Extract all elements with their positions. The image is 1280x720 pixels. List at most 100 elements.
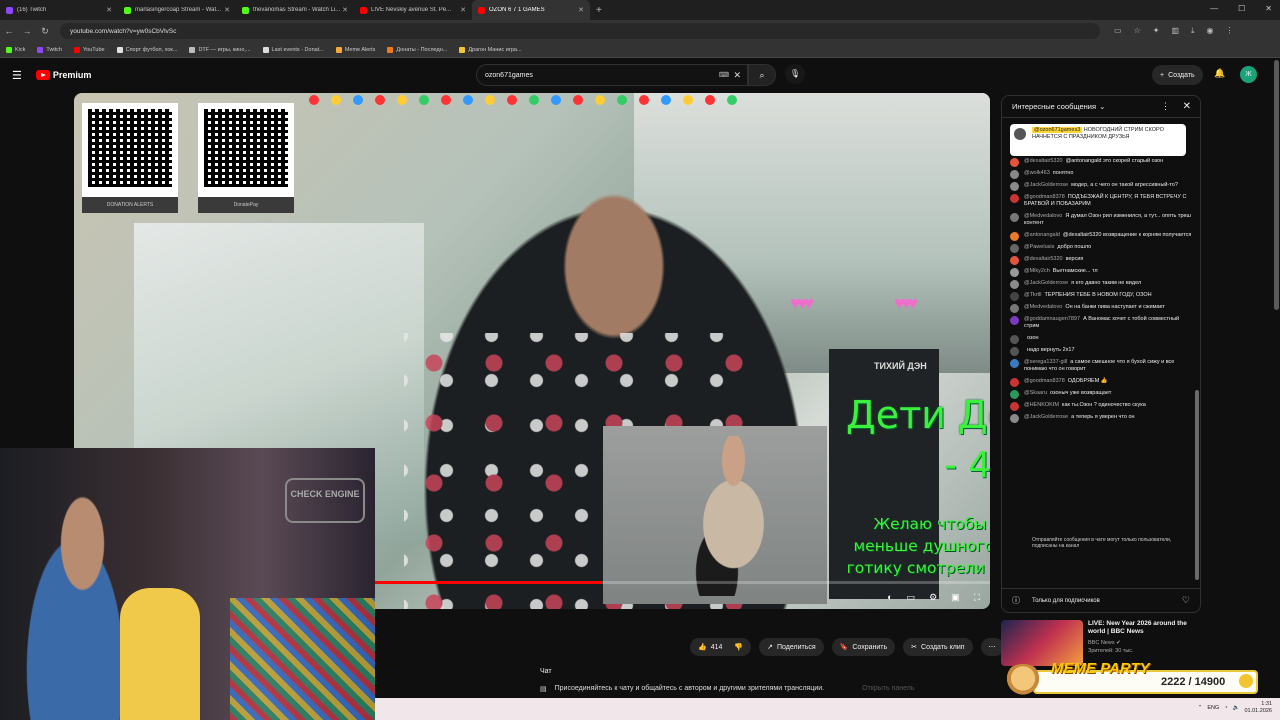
url-field[interactable]: youtube.com/watch?v=yw0sCbVlvSc — [60, 23, 1100, 39]
minimize-icon[interactable]: — — [1210, 4, 1218, 13]
chat-author[interactable]: @dexaltair5320 — [1024, 158, 1063, 164]
bookmark-item[interactable]: DTF — игры, кино,... — [189, 46, 251, 53]
voice-search-button[interactable]: 🎙 — [785, 64, 805, 84]
avatar[interactable]: Ж — [1240, 66, 1257, 83]
page-scrollbar[interactable] — [1274, 60, 1279, 310]
chevron-up-icon[interactable]: ⌃ — [1198, 705, 1203, 711]
search-input[interactable]: ozon671games ⌨ ✕ — [476, 64, 748, 86]
chat-message[interactable]: @serega1337-gill а самое смешное что я бу… — [1010, 359, 1194, 373]
bookmark-item[interactable]: Last events - Donat... — [262, 46, 324, 53]
chat-message[interactable]: @Pawelusis добро пошло — [1010, 244, 1194, 253]
close-window-icon[interactable]: ✕ — [1265, 4, 1272, 13]
chat-author[interactable]: @Medvedalovo — [1024, 213, 1062, 219]
download-icon[interactable]: ⤓ — [1191, 26, 1195, 36]
cast-icon[interactable]: ▭ — [1114, 26, 1122, 36]
bookmark-item[interactable]: Kick — [6, 46, 25, 53]
miniplayer-icon[interactable]: ▣ — [951, 592, 960, 603]
more-options-icon[interactable]: ⋮ — [1161, 101, 1170, 112]
create-button[interactable]: + Создать — [1152, 65, 1203, 85]
chat-author[interactable]: @dexaltair5320 — [1024, 256, 1063, 262]
chat-message[interactable]: @goddamnaugen7897 А Ваномас хочет с тобой… — [1010, 316, 1194, 330]
settings-gear-icon[interactable]: ⚙ — [929, 592, 937, 603]
chat-message[interactable]: @dexaltair5320 версия — [1010, 256, 1194, 265]
bookmark-item[interactable]: Спорт футбол, хок... — [116, 46, 177, 53]
browser-tab[interactable]: LIVE Nevskiy avenue St. Pe... ✕ — [354, 0, 472, 20]
search-button[interactable]: ⌕ — [748, 64, 776, 86]
language-indicator[interactable]: ENG — [1207, 705, 1219, 711]
open-panel-link[interactable]: Открыть панель — [862, 685, 914, 693]
sidebar-icon[interactable]: ▥ — [1171, 26, 1179, 36]
subtitles-icon[interactable]: ▭ — [907, 592, 916, 603]
reload-icon[interactable]: ↻ — [36, 26, 54, 37]
video-progress-bar[interactable] — [374, 581, 990, 584]
wifi-icon[interactable]: ◔ — [1224, 705, 1227, 711]
chat-message[interactable]: @dexaltair5320 @antonangald это скорей ст… — [1010, 158, 1194, 167]
close-icon[interactable]: ✕ — [106, 6, 112, 14]
chat-author[interactable]: @Skaaru — [1024, 390, 1047, 396]
browser-tab-active[interactable]: OZON 6 7 1 GAMES ✕ — [472, 0, 590, 20]
chat-message[interactable]: @HENKOKIM как ты.Озон ? одиночество скука — [1010, 402, 1194, 411]
chevron-down-icon[interactable]: ⌄ — [1099, 102, 1105, 111]
thumbs-down-icon[interactable]: 👎 — [734, 643, 743, 651]
chat-message[interactable]: @Medvedalovo Он на банки пива наступает и… — [1010, 304, 1194, 313]
browser-tab[interactable]: (16) Twitch ✕ — [0, 0, 118, 20]
chat-message[interactable]: @antonangald @dexaltair5320 возвращение к… — [1010, 232, 1194, 241]
chat-author[interactable]: @goodman8378 — [1024, 194, 1065, 200]
create-clip-button[interactable]: ✂ Создать клип — [903, 638, 973, 656]
bookmark-item[interactable]: Донаты - Последн... — [387, 46, 447, 53]
chat-author[interactable]: @goddamnaugen7897 — [1024, 316, 1080, 322]
fullscreen-icon[interactable]: ⛶ — [974, 592, 980, 603]
forward-icon[interactable]: → — [18, 26, 36, 36]
back-icon[interactable]: ← — [0, 26, 18, 36]
chat-message[interactable]: @Medvedalovo Я думал Озон рил изменился, … — [1010, 213, 1194, 227]
save-button[interactable]: 🔖 Сохранить — [831, 638, 896, 656]
bookmark-item[interactable]: YouTube — [73, 46, 105, 53]
chat-message[interactable]: @Miky2ch Вьетнамские... тл — [1010, 268, 1194, 277]
chat-author[interactable]: @serega1337-gill — [1024, 359, 1067, 365]
chat-author[interactable]: @HENKOKIM — [1024, 402, 1059, 408]
menu-icon[interactable]: ⋮ — [1226, 26, 1234, 36]
browser-tab[interactable]: marlasingercoap Stream - Wat... ✕ — [118, 0, 236, 20]
chat-message[interactable]: @Skaaru озоныч уже возвращает — [1010, 390, 1194, 399]
new-tab-button[interactable]: + — [596, 5, 602, 16]
clock[interactable]: 1:31 01.01.2026 — [1244, 701, 1272, 715]
chat-message[interactable]: @JackGolderrose модер, а с чего он такой … — [1010, 182, 1194, 191]
chat-author[interactable]: @JackGolderrose — [1024, 414, 1068, 420]
chat-message[interactable]: @goodman8378 ОДОБРЯЕМ 👍 — [1010, 378, 1194, 387]
hamburger-menu-icon[interactable]: ☰ — [12, 69, 22, 82]
volume-icon[interactable]: 🔈 — [1233, 705, 1240, 711]
keyboard-icon[interactable]: ⌨ — [719, 71, 729, 79]
close-icon[interactable]: ✕ — [460, 6, 466, 14]
chat-message[interactable]: @wolk463 понятно — [1010, 170, 1194, 179]
browser-tab[interactable]: thevanomas Stream - Watch Li... ✕ — [236, 0, 354, 20]
chat-message[interactable]: озон — [1010, 335, 1194, 344]
chat-message[interactable]: @Tkrtll ТЕРПЕНИЯ ТЕБЕ В НОВОМ ГОДУ, ОЗОН — [1010, 292, 1194, 301]
chat-author[interactable]: @Tkrtll — [1024, 292, 1042, 298]
chat-author[interactable]: @JackGolderrose — [1024, 182, 1068, 188]
chat-author[interactable]: @Pawelusis — [1024, 244, 1054, 250]
youtube-logo[interactable]: Premium — [35, 70, 91, 80]
chat-author[interactable]: @goodman8378 — [1024, 378, 1065, 384]
chat-message[interactable]: @JackGolderrose а теперь я уверен что он — [1010, 414, 1194, 423]
clear-search-icon[interactable]: ✕ — [733, 70, 741, 81]
pinned-message[interactable]: @ozon671games3 НОВОГОДНИЙ СТРИМ СКОРО НА… — [1010, 124, 1186, 156]
autoplay-toggle-icon[interactable]: ◐ — [887, 592, 892, 603]
close-icon[interactable]: ✕ — [1183, 101, 1191, 112]
chat-author[interactable]: @Medvedalovo — [1024, 304, 1062, 310]
bookmark-item[interactable]: Meme Alerts — [335, 46, 375, 53]
chat-author[interactable]: @antonangald — [1024, 232, 1060, 238]
chat-author[interactable]: @wolk463 — [1024, 170, 1050, 176]
heart-icon[interactable]: ♡ — [1182, 595, 1190, 606]
close-icon[interactable]: ✕ — [578, 6, 584, 14]
chat-message[interactable]: @JackGolderrose я его давно таким не виде… — [1010, 280, 1194, 289]
chat-mode-dropdown[interactable]: Интересные сообщения — [1012, 102, 1096, 111]
chat-author[interactable]: @Miky2ch — [1024, 268, 1050, 274]
close-icon[interactable]: ✕ — [224, 6, 230, 14]
bookmark-item[interactable]: Драгон Манис игра... — [459, 46, 522, 53]
info-icon[interactable]: ⓘ — [1012, 595, 1020, 606]
notifications-bell-icon[interactable]: 🔔 — [1214, 68, 1225, 79]
extensions-icon[interactable]: ✦ — [1153, 26, 1160, 36]
chat-scrollbar[interactable] — [1195, 390, 1199, 580]
profile-icon[interactable]: ◉ — [1207, 26, 1214, 36]
like-button[interactable]: 👍 414 👎 — [690, 638, 752, 656]
